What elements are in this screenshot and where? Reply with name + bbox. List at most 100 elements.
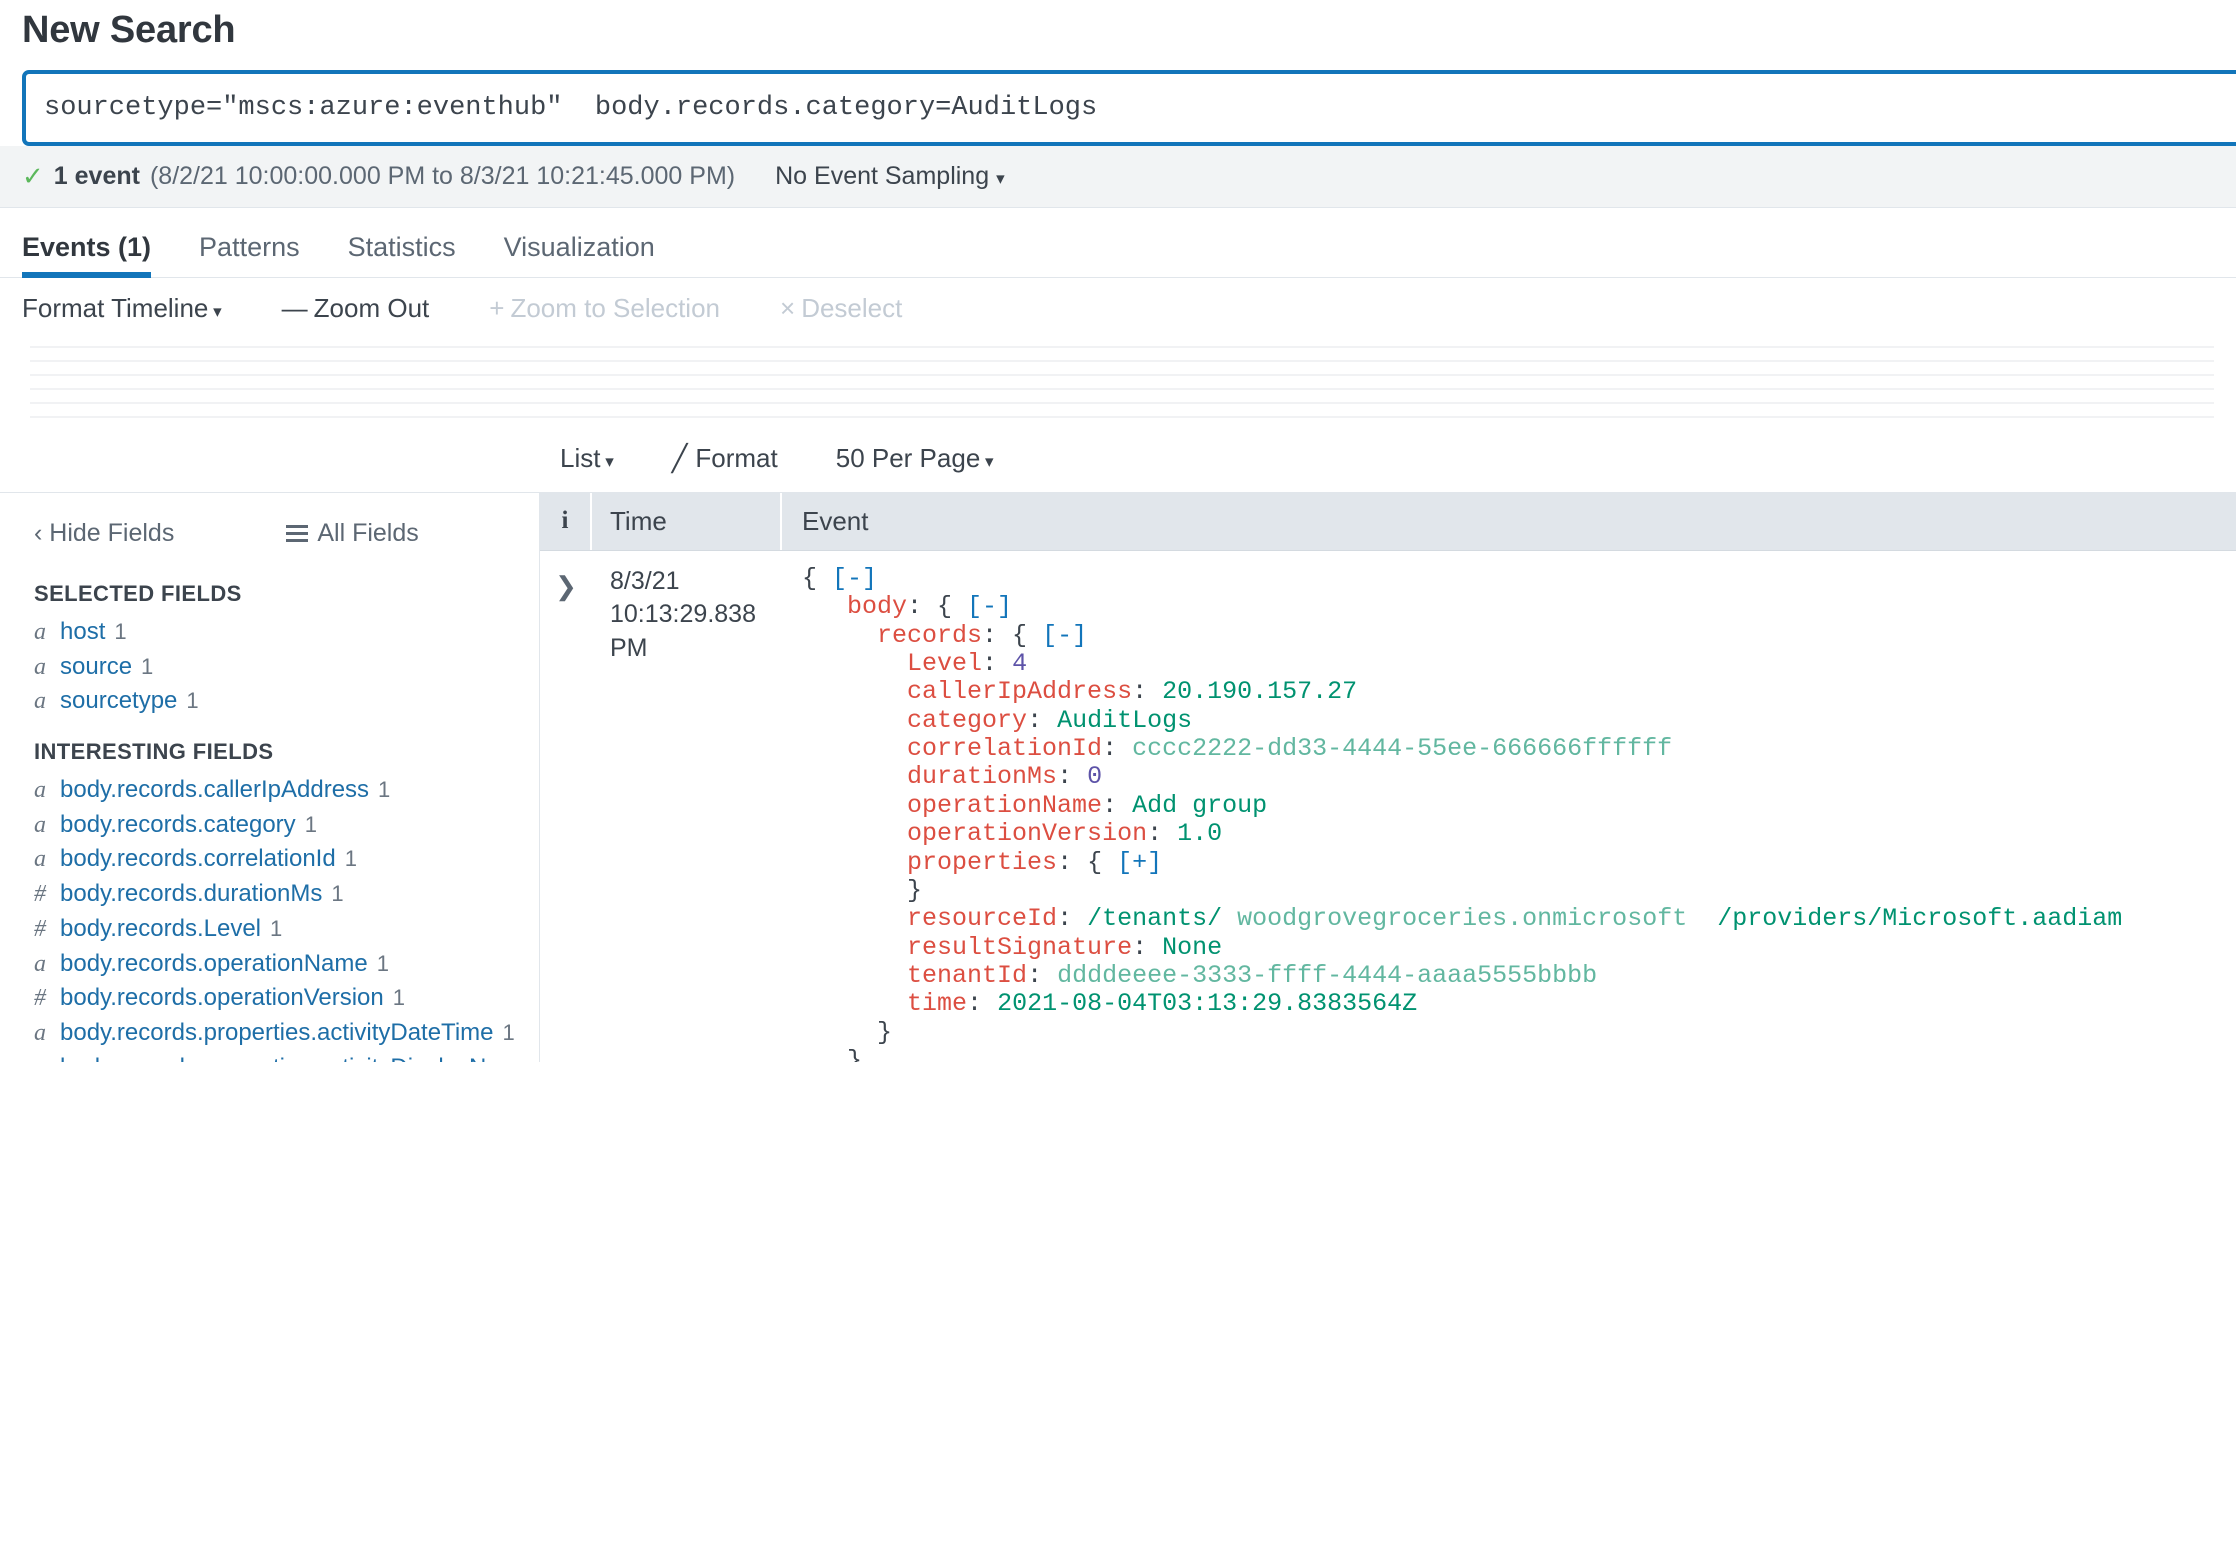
json-key[interactable]: Level xyxy=(907,649,982,678)
json-string-value[interactable]: cccc2222-dd33-4444-55ee-666666ffffff xyxy=(1132,734,1672,763)
json-key[interactable]: category xyxy=(907,706,1027,735)
json-key[interactable]: operationName xyxy=(907,791,1102,820)
string-field-icon: a xyxy=(34,846,46,873)
json-line: } xyxy=(802,1018,2236,1047)
tab-patterns[interactable]: Patterns xyxy=(175,233,324,277)
field-name-wrap: body.records.operationName 1 xyxy=(60,949,389,980)
json-number-value[interactable]: 0 xyxy=(1087,762,1102,791)
json-line: } xyxy=(802,1046,2236,1061)
tab-statistics[interactable]: Statistics xyxy=(324,233,480,277)
string-field-icon: a xyxy=(34,618,46,645)
event-sampling-dropdown[interactable]: No Event Sampling ▾ xyxy=(775,162,1005,191)
event-date: 8/3/21 xyxy=(610,566,680,595)
event-json[interactable]: { [-] body: { [-] records: { [-] Level: … xyxy=(802,564,2236,1062)
list-button[interactable]: List ▾ xyxy=(560,443,614,474)
json-string-value[interactable]: woodgrovegroceries.onmicrosoft xyxy=(1237,904,1687,933)
button-label: Zoom Out xyxy=(313,293,430,324)
column-header-info: i xyxy=(540,492,592,551)
field-item[interactable]: a host 1 xyxy=(0,615,539,650)
hide-fields-button[interactable]: ‹ Hide Fields xyxy=(34,519,174,548)
event-count-label: 1 event xyxy=(53,161,140,190)
pencil-icon: ╱ xyxy=(671,443,688,474)
json-toggle-icon[interactable]: [+] xyxy=(1117,848,1162,877)
table-row: ❯ 8/3/21 10:13:29.838 PM { [-] body: { [… xyxy=(540,551,2236,1062)
selected-fields-header: SELECTED FIELDS xyxy=(34,580,242,606)
field-item[interactable]: # body.records.durationMs 1 xyxy=(0,877,539,912)
json-key[interactable]: correlationId xyxy=(907,734,1102,763)
json-string-value[interactable]: /providers/Microsoft.aadiam xyxy=(1717,904,2122,933)
format-timeline-button[interactable]: Format Timeline ▾ xyxy=(22,293,222,324)
json-punctuation xyxy=(802,706,907,735)
tab-events-1[interactable]: Events (1) xyxy=(22,233,175,278)
json-key[interactable]: time xyxy=(907,989,967,1018)
expand-row-icon[interactable]: ❯ xyxy=(540,565,592,1062)
format-button[interactable]: ╱ Format xyxy=(672,443,778,474)
all-fields-button[interactable]: All Fields xyxy=(286,519,419,548)
field-item[interactable]: # body.records.Level 1 xyxy=(0,912,539,947)
column-header-time[interactable]: Time xyxy=(592,492,782,551)
field-item[interactable]: abody.records.properties.activityDisplay… xyxy=(0,1051,539,1062)
field-item[interactable]: a source 1 xyxy=(0,650,539,685)
field-item[interactable]: a body.records.correlationId 1 xyxy=(0,842,539,877)
json-string-value[interactable]: 20.190.157.27 xyxy=(1162,677,1357,706)
json-punctuation xyxy=(802,933,907,962)
field-item[interactable]: a body.records.category 1 xyxy=(0,808,539,843)
list-icon xyxy=(286,524,309,543)
json-string-value[interactable]: 1.0 xyxy=(1177,819,1222,848)
json-punctuation: : xyxy=(1027,961,1058,991)
json-toggle-icon[interactable]: [-] xyxy=(1042,621,1087,650)
json-toggle-icon[interactable]: [-] xyxy=(832,564,877,593)
json-punctuation: : { xyxy=(1057,847,1118,877)
chevron-down-icon: ▾ xyxy=(600,452,614,472)
json-string-value[interactable]: AuditLogs xyxy=(1057,706,1192,735)
column-header-event[interactable]: Event xyxy=(782,493,2236,551)
json-key[interactable]: records xyxy=(877,621,982,650)
json-key[interactable]: resultSignature xyxy=(907,933,1132,962)
json-punctuation xyxy=(802,819,907,848)
field-item[interactable]: # body.records.operationVersion 1 xyxy=(0,981,539,1016)
json-string-value[interactable]: Add group xyxy=(1132,791,1267,820)
field-name: host xyxy=(60,617,106,645)
tab-visualization[interactable]: Visualization xyxy=(480,233,679,277)
json-punctuation xyxy=(802,762,907,791)
event-timeline-chart[interactable] xyxy=(30,345,2214,426)
zoom-out-button[interactable]: — Zoom Out xyxy=(282,293,430,324)
json-key[interactable]: durationMs xyxy=(907,762,1057,791)
string-field-icon: a xyxy=(34,950,46,977)
search-input[interactable]: sourcetype="mscs:azure:eventhub" body.re… xyxy=(22,69,2236,146)
field-name: body.records.properties.activityDateTime xyxy=(60,1018,494,1046)
field-value-count: 1 xyxy=(304,811,317,837)
field-item[interactable]: a body.records.callerIpAddress 1 xyxy=(0,773,539,808)
field-item[interactable]: a body.records.operationName 1 xyxy=(0,947,539,982)
field-name-wrap: body.records.durationMs 1 xyxy=(60,879,344,910)
json-line: resultSignature: None xyxy=(802,933,2236,962)
numeric-field-icon: # xyxy=(34,915,46,942)
field-value-count: 1 xyxy=(186,688,199,714)
string-field-icon: a xyxy=(34,811,46,838)
field-value-count: 1 xyxy=(344,846,357,872)
chevron-left-icon: ‹ xyxy=(34,519,43,548)
numeric-field-icon: # xyxy=(34,881,46,908)
json-toggle-icon[interactable]: [-] xyxy=(967,592,1012,621)
field-item[interactable]: a body.records.properties.activityDateTim… xyxy=(0,1016,539,1051)
json-string-value[interactable]: 2021-08-04T03:13:29.8383564Z xyxy=(997,989,1417,1018)
json-key[interactable]: tenantId xyxy=(907,961,1027,990)
50-per-page-button[interactable]: 50 Per Page ▾ xyxy=(836,443,994,474)
splunk-search-page: New Search sourcetype="mscs:azure:eventh… xyxy=(0,0,2236,1564)
json-string-value[interactable]: /tenants/ xyxy=(1087,904,1222,933)
json-key[interactable]: body xyxy=(847,592,907,621)
json-key[interactable]: resourceId xyxy=(907,904,1057,933)
fields-sidebar-header: ‹ Hide Fields All Fields xyxy=(0,507,539,561)
event-timestamp: 8/3/21 10:13:29.838 PM xyxy=(592,565,782,1062)
json-key[interactable]: properties xyxy=(907,848,1057,877)
main-content: ‹ Hide Fields All Fields SELECTED FIELDS… xyxy=(0,491,2236,1062)
json-number-value[interactable]: 4 xyxy=(1012,649,1027,678)
json-key[interactable]: callerIpAddress xyxy=(907,677,1132,706)
field-item[interactable]: a sourcetype 1 xyxy=(0,684,539,719)
json-string-value[interactable]: None xyxy=(1162,933,1222,962)
minus-icon: — xyxy=(281,293,308,324)
json-string-value[interactable]: ddddeeee-3333-ffff-4444-aaaa5555bbbb xyxy=(1057,961,1597,990)
json-key[interactable]: operationVersion xyxy=(907,819,1147,848)
chevron-down-icon: ▾ xyxy=(980,452,994,472)
chevron-down-icon: ▾ xyxy=(208,302,222,322)
